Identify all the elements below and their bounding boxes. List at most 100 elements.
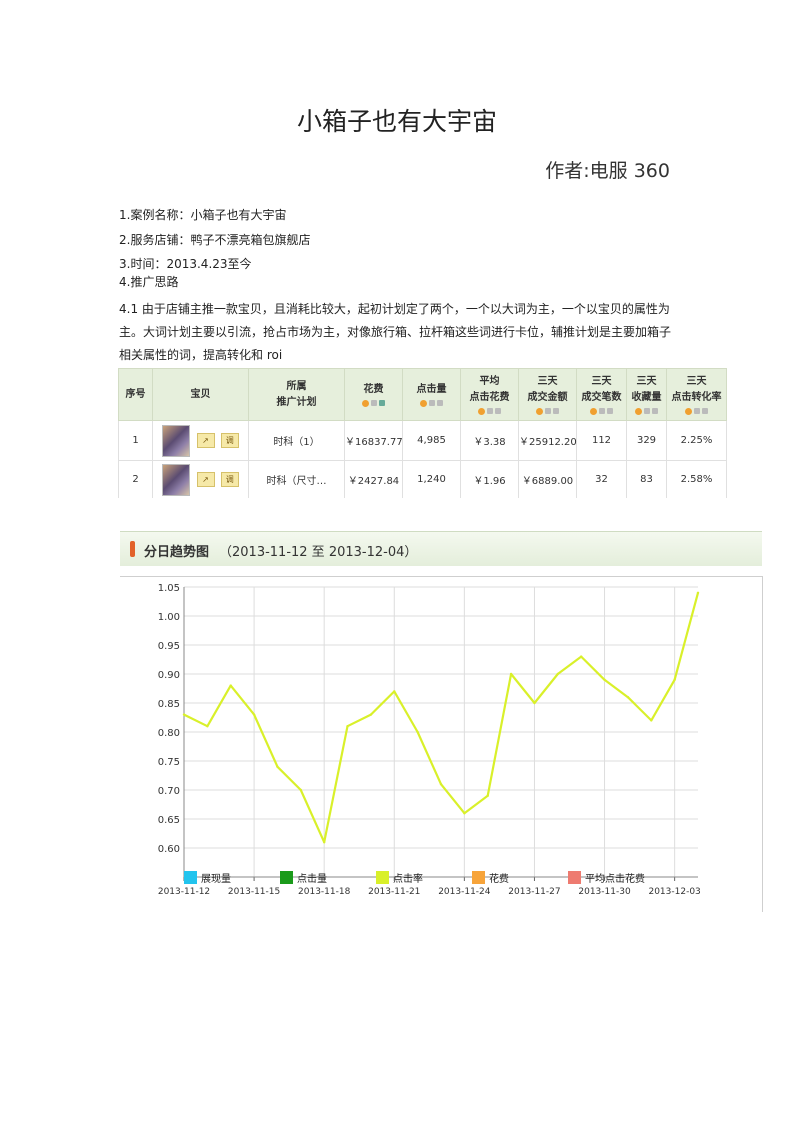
campaign-table: 序号 宝贝 所属 推广计划 花费 点击量 平均 点击花费 三天 成交金额 三天 成交笔数…	[118, 367, 727, 498]
cell-avg-cost: ￥1.96	[460, 460, 519, 498]
document-title: 小箱子也有大宇宙	[296, 107, 497, 136]
table-row: 1 ↗ 调 时科（1） ￥16837.77 4,985 ￥3.38 ￥25912…	[118, 420, 727, 462]
data-point	[603, 678, 606, 681]
col-header-clicks[interactable]: 点击量	[402, 367, 461, 422]
help-icon[interactable]	[420, 400, 427, 408]
adjust-button[interactable]: 调	[220, 433, 239, 449]
x-tick-label: 2013-11-12	[158, 887, 210, 897]
sort-icon[interactable]	[644, 408, 650, 415]
cell-favs: 83	[626, 460, 667, 498]
data-point	[369, 713, 373, 716]
sort-icon[interactable]	[545, 408, 551, 415]
x-tick-label: 2013-12-03	[648, 887, 700, 897]
col-header-item: 宝贝	[152, 367, 249, 422]
sort-down-icon[interactable]	[379, 400, 385, 407]
data-point	[346, 725, 349, 728]
data-point	[206, 725, 209, 728]
col-header-orders[interactable]: 三天 成交笔数	[576, 367, 627, 422]
trend-chart-panel: 1.05 1.00 0.95 0.90 0.85 0.80 0.75 0.70 0.65 0.60…	[120, 576, 763, 912]
case-name-line: 1.案例名称：小箱子也有大宇宙	[119, 208, 287, 222]
data-point	[509, 672, 513, 676]
col-header-cost[interactable]: 花费	[344, 367, 403, 422]
product-thumbnail[interactable]	[162, 424, 191, 457]
cell-plan: 时科（尺寸…	[248, 460, 345, 498]
legend-swatch	[472, 871, 485, 884]
sort-icon[interactable]	[607, 408, 613, 415]
data-point	[252, 713, 256, 716]
cell-amount: ￥6889.00	[518, 460, 577, 498]
legend-label: 展现量	[201, 873, 231, 885]
data-point	[486, 794, 489, 797]
cell-item: ↗ 调	[152, 420, 249, 462]
help-icon[interactable]	[685, 408, 692, 416]
strategy-heading: 4.推广思路	[119, 275, 179, 289]
legend-swatch	[376, 871, 389, 884]
cell-clicks: 1,240	[402, 460, 461, 498]
col-header-plan: 所属 推广计划	[248, 367, 345, 422]
y-tick-label: 0.90	[158, 670, 180, 681]
cell-favs: 329	[626, 420, 667, 462]
y-tick-label: 0.80	[158, 728, 180, 739]
x-tick-label: 2013-11-27	[508, 887, 560, 897]
adjust-button[interactable]: 调	[220, 472, 239, 488]
cell-amount: ￥25912.20	[518, 420, 577, 462]
data-point	[463, 812, 466, 815]
col-header-favs[interactable]: 三天 收藏量	[626, 367, 667, 422]
sort-icon[interactable]	[429, 400, 435, 407]
x-tick-label: 2013-11-30	[578, 887, 631, 897]
trend-icon[interactable]: ↗	[196, 433, 215, 449]
y-tick-label: 1.00	[158, 612, 180, 623]
x-tick-label: 2013-11-21	[368, 887, 420, 897]
series-line	[183, 592, 700, 844]
table-row: 2 ↗ 调 时科（尺寸… ￥2427.84 1,240 ￥1.96 ￥6889.…	[118, 460, 727, 498]
help-icon[interactable]	[362, 400, 369, 408]
sort-icon[interactable]	[487, 408, 493, 415]
legend-swatch	[280, 871, 293, 884]
cell-cvr: 2.25%	[666, 420, 727, 462]
trend-chart: 1.05 1.00 0.95 0.90 0.85 0.80 0.75 0.70 0.65 0.60…	[158, 583, 701, 897]
y-tick-label: 0.60	[158, 844, 180, 855]
x-tick-label: 2013-11-18	[298, 887, 351, 897]
table-header-row: 序号 宝贝 所属 推广计划 花费 点击量 平均 点击花费 三天 成交金额 三天 成交笔数…	[118, 367, 727, 422]
trend-icon[interactable]: ↗	[196, 472, 215, 488]
sort-icon[interactable]	[553, 408, 559, 415]
sort-icon[interactable]	[437, 400, 443, 407]
cell-cost: ￥16837.77	[344, 420, 403, 462]
chart-date-range: （2013-11-12 至 2013-12-04）	[219, 545, 418, 560]
help-icon[interactable]	[590, 408, 597, 416]
col-header-cvr[interactable]: 三天 点击转化率	[666, 367, 727, 422]
sort-icon[interactable]	[495, 408, 501, 415]
help-icon[interactable]	[478, 408, 485, 416]
data-point	[229, 684, 232, 687]
sort-icon[interactable]	[599, 408, 605, 415]
cell-plan: 时科（1）	[248, 420, 345, 462]
sort-icon[interactable]	[702, 408, 708, 415]
legend-label: 花费	[489, 872, 509, 885]
y-tick-label: 0.70	[158, 786, 180, 797]
data-point	[673, 678, 676, 681]
legend-label: 点击量	[297, 873, 327, 885]
x-tick-label: 2013-11-15	[228, 887, 280, 897]
data-point	[439, 783, 443, 786]
help-icon[interactable]	[536, 408, 543, 416]
legend-swatch	[184, 871, 197, 884]
data-point	[416, 730, 419, 734]
y-tick-label: 0.95	[158, 641, 180, 652]
chart-header: 分日趋势图 （2013-11-12 至 2013-12-04）	[120, 531, 762, 566]
product-thumbnail[interactable]	[162, 463, 191, 496]
data-point	[579, 655, 583, 658]
help-icon[interactable]	[635, 408, 642, 416]
legend-label: 点击率	[393, 872, 423, 885]
legend-label: 平均点击花费	[585, 872, 645, 885]
cell-item: ↗ 调	[152, 460, 249, 498]
cell-no: 1	[118, 420, 153, 462]
col-header-no[interactable]: 序号	[118, 367, 153, 422]
data-point	[626, 696, 630, 699]
data-point	[182, 713, 186, 716]
col-header-amount[interactable]: 三天 成交金额	[518, 367, 577, 422]
cell-no: 2	[118, 460, 153, 498]
col-header-avg-cost[interactable]: 平均 点击花费	[460, 367, 519, 422]
sort-icon[interactable]	[652, 408, 658, 415]
sort-icon[interactable]	[694, 408, 700, 415]
sort-icon[interactable]	[371, 400, 377, 407]
